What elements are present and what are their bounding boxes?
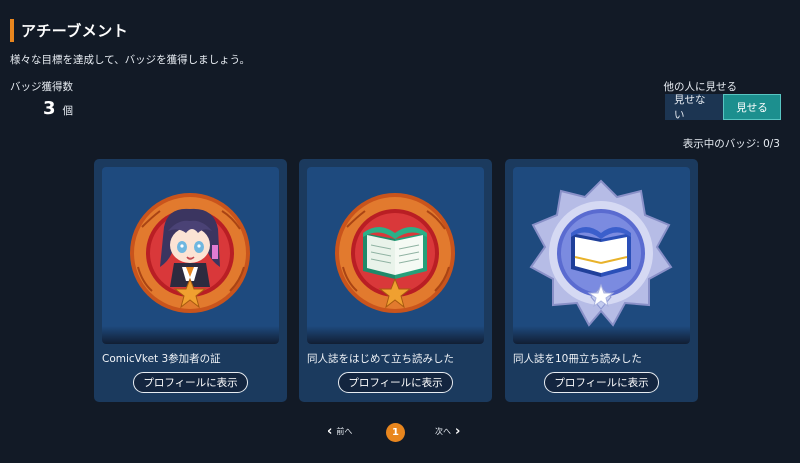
- show-on-profile-button[interactable]: プロフィールに表示: [544, 372, 659, 393]
- badge-count-number: 3: [43, 98, 56, 119]
- badge-card: ComicVket 3参加者の証 プロフィールに表示: [94, 159, 287, 402]
- badge-image-shade: [307, 326, 484, 344]
- badge-card: 同人誌をはじめて立ち読みした プロフィールに表示: [299, 159, 492, 402]
- badge-card: 同人誌を10冊立ち読みした プロフィールに表示: [505, 159, 698, 402]
- hide-badges-button[interactable]: 見せない: [665, 94, 723, 121]
- pagination: ‹ 前へ 1 次へ ›: [0, 422, 800, 444]
- badge-image-shade: [102, 326, 279, 344]
- chevron-right-icon: ›: [455, 424, 461, 439]
- title-accent-bar: [10, 19, 14, 42]
- badge-count-unit: 個: [62, 105, 74, 117]
- badge-title: 同人誌を10冊立ち読みした: [513, 353, 642, 365]
- previous-page-link[interactable]: ‹ 前へ: [327, 425, 352, 438]
- page-subtitle: 様々な目標を達成して、バッジを獲得しましょう。: [10, 54, 251, 66]
- page-title: アチーブメント: [21, 22, 129, 40]
- page-header: アチーブメント: [10, 19, 128, 42]
- page-number-current[interactable]: 1: [386, 423, 405, 442]
- next-page-link[interactable]: 次へ ›: [435, 425, 460, 438]
- badge-image: [102, 167, 279, 344]
- badge-count: 3 個: [43, 98, 73, 119]
- badge-title: 同人誌をはじめて立ち読みした: [307, 353, 454, 365]
- badge-title: ComicVket 3参加者の証: [102, 353, 221, 365]
- chevron-left-icon: ‹: [327, 424, 333, 439]
- previous-page-label: 前へ: [336, 427, 353, 436]
- badge-image-shade: [513, 326, 690, 344]
- book-silver-medal-icon: [529, 179, 673, 327]
- badge-image: [513, 167, 690, 344]
- show-on-profile-button[interactable]: プロフィールに表示: [338, 372, 453, 393]
- badge-count-label: バッジ獲得数: [10, 81, 73, 93]
- shown-badges-count: 表示中のバッジ: 0/3: [682, 138, 780, 150]
- badge-image: [307, 167, 484, 344]
- visibility-toggle: 見せない 見せる: [665, 94, 781, 121]
- show-badges-button[interactable]: 見せる: [723, 94, 781, 120]
- character-medal-icon: [130, 193, 250, 313]
- show-on-profile-button[interactable]: プロフィールに表示: [133, 372, 248, 393]
- next-page-label: 次へ: [435, 427, 451, 436]
- book-bronze-medal-icon: [335, 193, 455, 313]
